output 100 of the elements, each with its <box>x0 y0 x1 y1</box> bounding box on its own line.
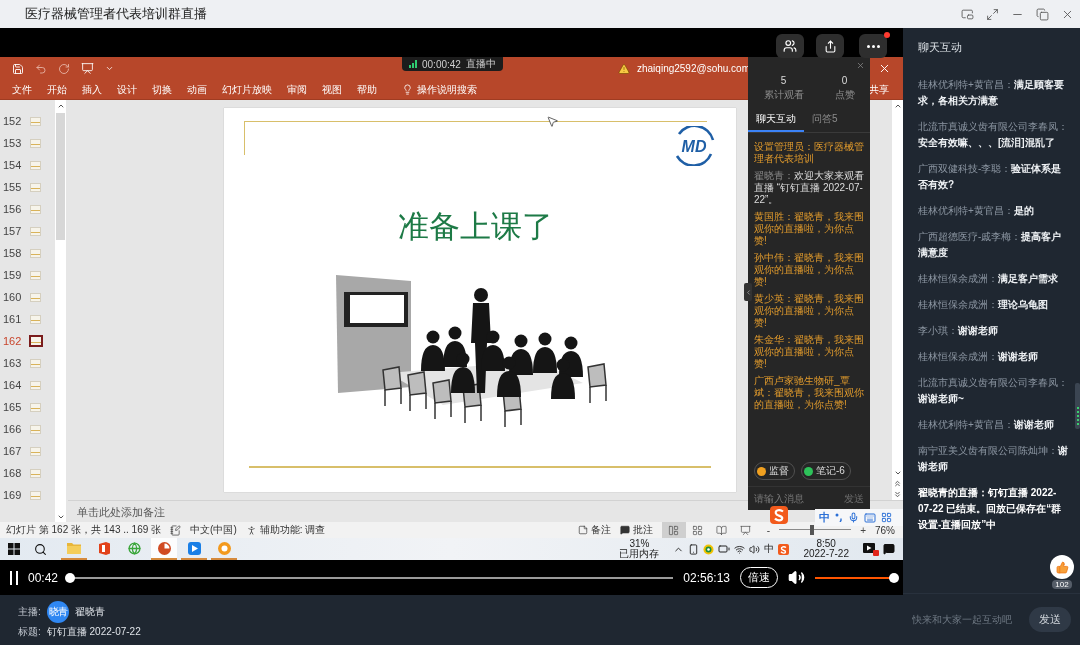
slide-number: 162 <box>2 335 23 347</box>
zoom-in-button[interactable]: + <box>860 524 866 536</box>
view-button[interactable] <box>661 522 686 538</box>
ime-indicator[interactable]: 中 <box>764 542 775 556</box>
chat-message: 李小琪：谢谢老师 <box>918 324 999 338</box>
phone-icon[interactable] <box>688 543 700 555</box>
ime-logo-icon[interactable] <box>770 506 788 524</box>
notes-edit-icon[interactable] <box>170 524 182 536</box>
message-icon[interactable] <box>883 543 895 555</box>
stat-value: 0 <box>841 75 848 86</box>
ribbon-tab[interactable]: 幻灯片放映 <box>222 82 272 97</box>
zoom-slider-thumb[interactable] <box>809 525 814 535</box>
send-button[interactable]: 发送 <box>1029 607 1071 632</box>
close-icon[interactable] <box>878 62 891 75</box>
ribbon-tab[interactable]: 设计 <box>117 82 137 97</box>
share-button[interactable]: 共享 <box>869 82 889 97</box>
slide-number: 154 <box>2 159 23 171</box>
ribbon-tab[interactable]: 帮助 <box>357 82 377 97</box>
ribbon-tab[interactable]: 文件 <box>12 82 32 97</box>
host-label: 主播: <box>18 605 41 619</box>
ribbon-tab[interactable]: 视图 <box>322 82 342 97</box>
chat-message: 桂林优利特+黄官昌：谢谢老师 <box>918 418 1055 432</box>
slide-title: 准备上课了 <box>397 209 554 245</box>
close-icon[interactable] <box>856 61 865 70</box>
chat-message: 桂林优利特+黄官昌：是的 <box>918 204 1035 218</box>
stat-label: 累计观看 <box>763 88 804 102</box>
collapse-button[interactable] <box>744 283 752 301</box>
language-label[interactable]: 中文(中国) <box>190 523 237 537</box>
ribbon-tab[interactable]: 插入 <box>82 82 102 97</box>
undo-icon[interactable] <box>35 62 47 75</box>
battery-icon[interactable] <box>718 543 731 555</box>
presentation-icon[interactable] <box>81 62 94 75</box>
normal-view-icon <box>668 524 680 536</box>
ime-logo-icon[interactable] <box>778 543 790 555</box>
like-button[interactable] <box>1050 555 1074 579</box>
zoom-percent[interactable]: 76% <box>875 524 895 536</box>
chat-message: 孙中伟：翟晓青，我来围观你的直播啦，为你点赞! <box>754 252 864 288</box>
accessibility-icon[interactable] <box>245 524 257 536</box>
tell-me-search[interactable]: 操作说明搜索 <box>402 82 477 97</box>
grid-icon[interactable] <box>881 512 892 523</box>
microphone-icon[interactable] <box>848 512 859 523</box>
scrollbar[interactable] <box>55 100 66 522</box>
slide-thumbnail[interactable] <box>29 335 43 347</box>
ribbon-tab[interactable]: 开始 <box>47 82 67 97</box>
stream-title: 钉钉直播 2022-07-22 <box>46 625 141 639</box>
chat-message: 黄国胜：翟晓青，我来围观你的直播啦，为你点赞! <box>754 211 864 247</box>
next-slide-icon[interactable] <box>893 490 902 499</box>
redo-icon[interactable] <box>58 62 70 75</box>
more-button[interactable] <box>859 34 887 58</box>
share-out-button[interactable] <box>816 34 844 58</box>
windows-start-icon[interactable] <box>8 543 20 555</box>
notes-button[interactable]: 备注 <box>577 523 611 537</box>
scrollbar[interactable] <box>892 100 903 500</box>
ribbon-tab[interactable]: 审阅 <box>287 82 307 97</box>
search-icon[interactable] <box>34 542 47 556</box>
progress-thumb[interactable] <box>65 572 76 583</box>
people-button[interactable] <box>776 34 804 58</box>
side-handle-icon[interactable] <box>1075 383 1080 429</box>
chat-message: 翟晓青：欢迎大家来观看直播 “钉钉直播 2022-07-22”。 <box>754 170 864 206</box>
chat-tab[interactable]: 问答5 <box>804 110 846 132</box>
fullscreen-icon[interactable] <box>986 7 999 21</box>
keyboard-icon[interactable] <box>864 511 876 524</box>
video-notification-icon[interactable] <box>863 542 879 556</box>
account-email[interactable]: zhaiqing2592@sohu.com <box>637 63 750 74</box>
clock-time[interactable]: 8:50 <box>816 538 836 549</box>
warning-icon <box>618 62 630 75</box>
wifi-icon[interactable] <box>734 543 746 555</box>
target-icon[interactable] <box>703 543 715 555</box>
ribbon-tab[interactable]: 切换 <box>152 82 172 97</box>
ribbon-tab[interactable]: 动画 <box>187 82 207 97</box>
pause-icon[interactable] <box>10 570 18 585</box>
host-avatar[interactable]: 晓青 <box>46 601 69 623</box>
zoom-out-button[interactable]: - <box>766 524 771 536</box>
comments-button[interactable]: 批注 <box>619 523 653 537</box>
more-icon <box>866 44 880 48</box>
slide-number: 152 <box>2 115 23 127</box>
accessibility-status[interactable]: 辅助功能: 调查 <box>259 523 326 537</box>
chat-message: 桂林恒保余成洲：谢谢老师 <box>918 350 1039 364</box>
ime-mode[interactable]: 中 <box>819 510 830 525</box>
slide-number: 165 <box>2 401 23 413</box>
taskbar-button[interactable] <box>151 538 177 560</box>
punctuation-icon[interactable] <box>835 513 843 522</box>
scrollbar-thumb[interactable] <box>56 113 65 240</box>
caret-icon[interactable] <box>105 64 114 73</box>
share-icon <box>823 39 837 53</box>
note-icon <box>577 525 588 535</box>
picture-in-picture-icon[interactable] <box>961 7 974 21</box>
memory-percent: 31% <box>629 538 650 549</box>
slide-number: 159 <box>2 269 23 281</box>
previous-slide-icon[interactable] <box>893 479 902 488</box>
slide-number: 157 <box>2 225 23 237</box>
clock-date[interactable]: 2022-7-22 <box>803 549 849 560</box>
save-icon[interactable] <box>12 62 24 75</box>
chat-tab[interactable]: 聊天互动 <box>748 110 804 132</box>
restore-icon[interactable] <box>1036 7 1049 21</box>
chat-message: 北流市真诚义齿有限公司李春凤： 谢谢老师~ <box>918 376 1068 406</box>
volume-icon[interactable] <box>788 569 805 586</box>
volume-thumb[interactable] <box>889 572 899 583</box>
stat-value: 5 <box>780 75 787 86</box>
chat-message: 桂林恒保余成洲：满足客户需求 <box>918 272 1059 286</box>
